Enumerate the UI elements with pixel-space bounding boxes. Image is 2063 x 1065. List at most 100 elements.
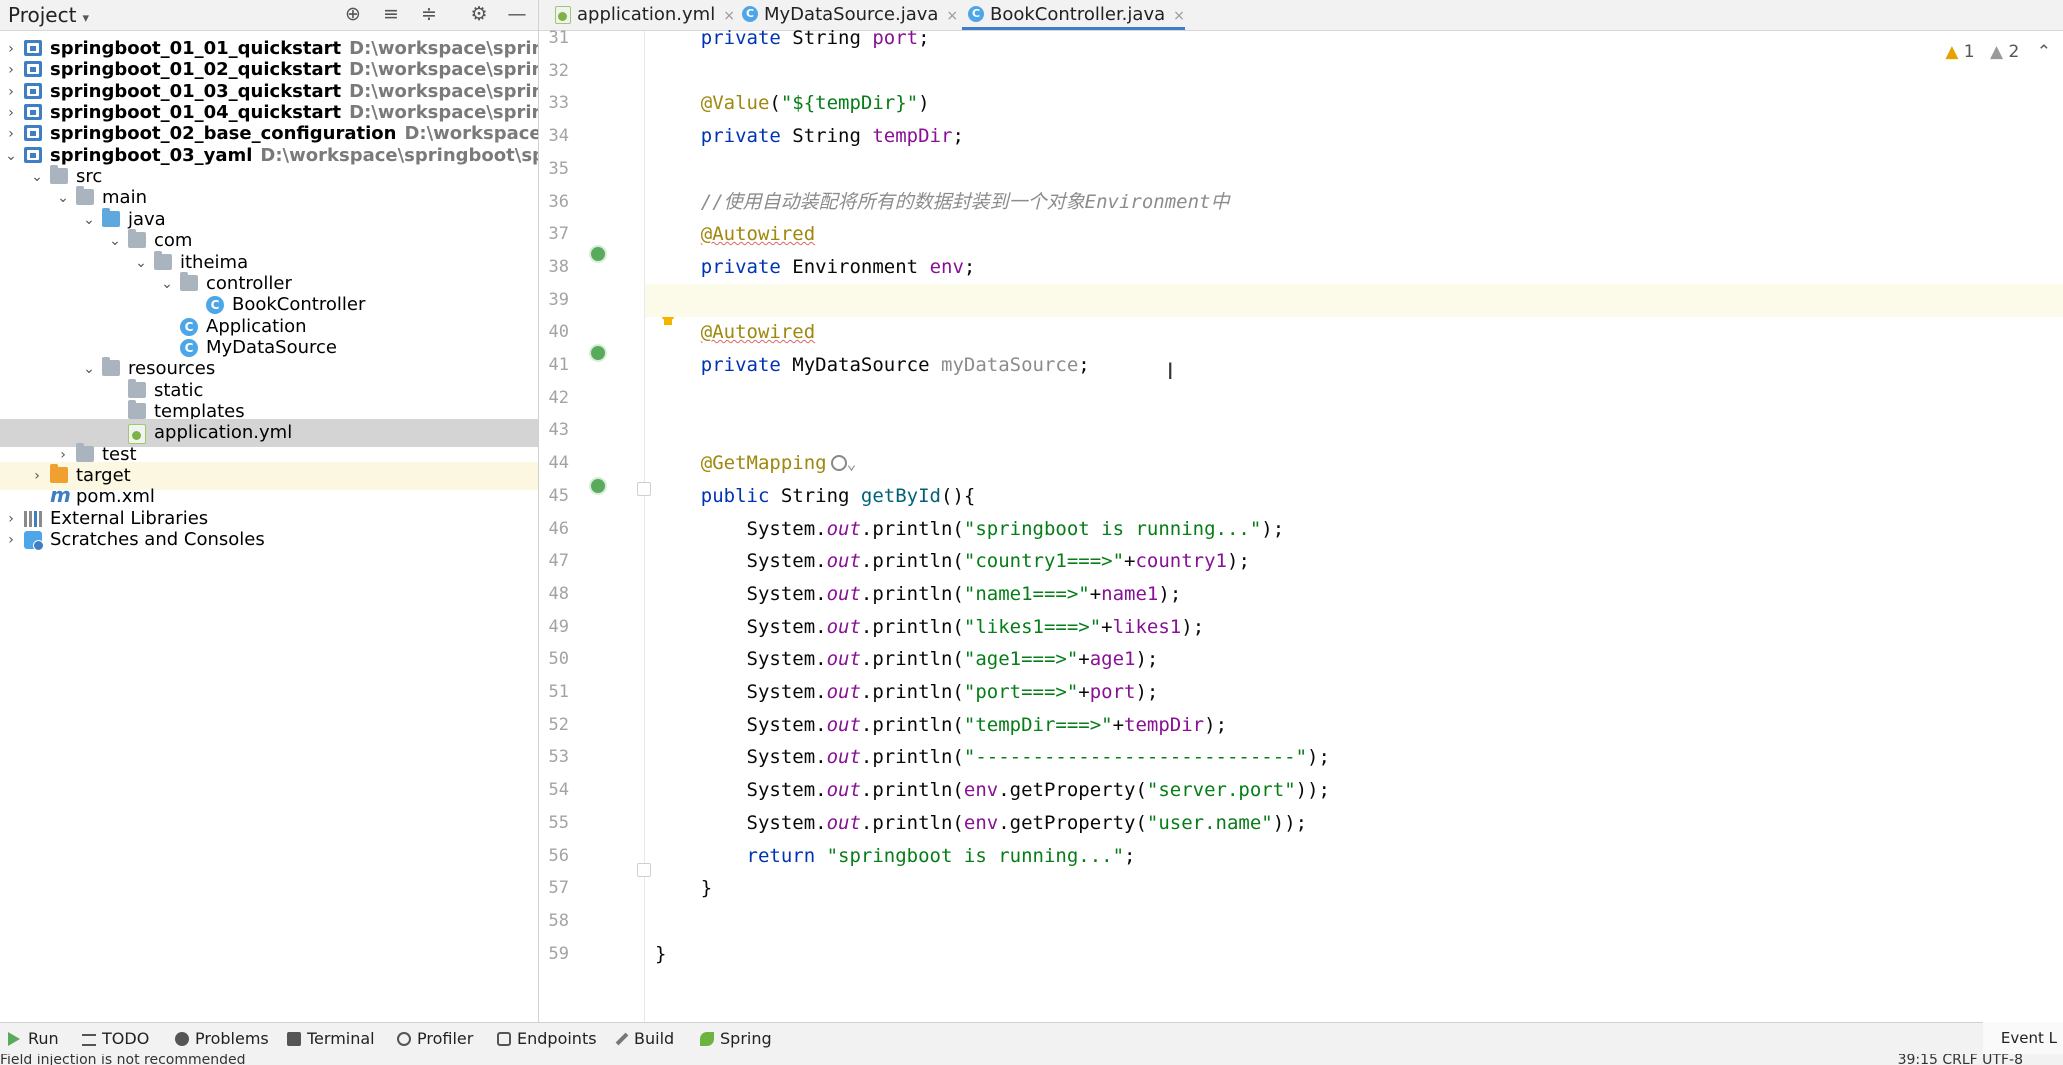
source-folder-icon: [102, 208, 120, 227]
warning-count: 1: [1963, 42, 1975, 62]
code-token: MyDataSource: [780, 354, 941, 376]
code-token: out: [826, 550, 861, 572]
line-number: 40: [548, 322, 569, 342]
code-token: "port===>": [963, 681, 1079, 703]
code-line: System.out.println("tempDir===>"+tempDir…: [645, 709, 2063, 742]
code-token: country1: [1135, 550, 1227, 572]
tree-item-name: main: [102, 187, 147, 208]
code-token: }: [655, 877, 713, 899]
code-token: String: [780, 27, 873, 49]
tool-window-label: Build: [634, 1029, 675, 1048]
code-editor[interactable]: private String port; @Value("${tempDir}"…: [645, 27, 2063, 1022]
line-number: 41: [548, 355, 569, 375]
tree-item-path: D:\workspace\springboo: [349, 59, 538, 80]
code-token: .println(: [860, 616, 964, 638]
tool-window-button[interactable]: Spring: [698, 1023, 772, 1055]
chevron-down-icon[interactable]: ⌄: [847, 454, 857, 473]
line-number: 37: [548, 224, 569, 244]
line-number: 44: [548, 453, 569, 473]
code-token: Environment: [780, 256, 930, 278]
maven-file-icon: m: [50, 483, 71, 507]
code-token: +: [1101, 616, 1113, 638]
spring-endpoint-gutter-icon[interactable]: [589, 477, 607, 495]
folder-icon: [50, 165, 68, 184]
folder-icon: [76, 186, 94, 205]
editor-gutter: 31 32 33 34 35 36 37 38 39 40 41 42 43 44 45 46 47 48 49 50…: [539, 28, 675, 1022]
inspection-widget[interactable]: ▲ 1 ▲ 2 ⌃: [1945, 42, 2051, 62]
tree-item-name: BookController: [232, 294, 366, 315]
code-line: }: [645, 872, 2063, 905]
folder-icon: [76, 443, 94, 462]
globe-icon[interactable]: [830, 455, 847, 471]
package-icon: [180, 272, 198, 291]
line-number: 58: [548, 911, 569, 931]
tree-item-name: resources: [128, 358, 216, 379]
code-token: out: [826, 812, 861, 834]
code-token: @Autowired: [700, 321, 816, 343]
tool-window-button[interactable]: TODO: [80, 1023, 149, 1055]
code-token: env: [963, 812, 999, 834]
hide-panel-icon[interactable]: —: [506, 3, 528, 25]
collapse-all-icon[interactable]: ≑: [418, 3, 440, 25]
line-number: 45: [548, 486, 569, 506]
spring-bean-gutter-icon[interactable]: [589, 245, 607, 263]
tool-window-button[interactable]: Endpoints: [495, 1023, 597, 1055]
code-token: String: [780, 125, 873, 147]
code-token: //使用自动装配将所有的数据封装到一个对象Environment中: [700, 191, 1230, 213]
code-token: System.: [655, 518, 827, 540]
tool-window-button[interactable]: Problems: [173, 1023, 269, 1055]
module-icon: [24, 104, 42, 120]
tool-window-button[interactable]: Run: [6, 1023, 59, 1055]
line-number: 56: [548, 846, 569, 866]
code-token: env: [963, 779, 999, 801]
code-token: .println(: [860, 812, 964, 834]
chevron-up-icon[interactable]: ⌃: [2037, 42, 2051, 62]
code-token: "country1===>": [963, 550, 1125, 572]
code-token: System.: [655, 616, 827, 638]
code-token: (: [769, 92, 781, 114]
tree-item[interactable]: › Scratches and Consoles: [0, 526, 538, 554]
line-number: 46: [548, 519, 569, 539]
libraries-icon: [24, 511, 42, 527]
code-token: System.: [655, 648, 827, 670]
code-token: .println(: [860, 779, 964, 801]
gear-icon[interactable]: ⚙: [468, 3, 490, 25]
resources-folder-icon: [102, 357, 120, 376]
code-token: "user.name": [1146, 812, 1273, 834]
code-token: private: [700, 354, 781, 376]
locate-file-icon[interactable]: ⊕: [342, 3, 364, 25]
code-line: @Value("${tempDir}"): [645, 87, 2063, 120]
spring-bean-gutter-icon[interactable]: [589, 344, 607, 362]
code-token: }: [655, 943, 667, 965]
tool-window-button[interactable]: Build: [612, 1023, 674, 1055]
project-view-selector[interactable]: Project ▾: [8, 3, 89, 27]
chevron-right-icon[interactable]: ›: [4, 526, 18, 554]
code-line: private MyDataSource myDataSource;: [645, 349, 2063, 382]
code-token: System.: [655, 681, 827, 703]
tool-window-button[interactable]: Profiler: [395, 1023, 473, 1055]
caret-position[interactable]: 39:15 CRLF UTF-8: [1898, 1054, 2023, 1065]
expand-all-icon[interactable]: ≡: [380, 3, 402, 25]
code-line: System.out.println("--------------------…: [645, 741, 2063, 774]
code-token: out: [826, 583, 861, 605]
code-token: private: [700, 27, 781, 49]
line-number: 39: [548, 290, 569, 310]
tool-window-label: Problems: [195, 1029, 269, 1048]
code-token: "name1===>": [963, 583, 1090, 605]
code-token: System.: [655, 746, 827, 768]
text-cursor-icon: I: [1167, 360, 1174, 385]
line-number: 47: [548, 551, 569, 571]
code-token: out: [826, 648, 861, 670]
code-line: private String tempDir;: [645, 120, 2063, 153]
tool-window-button[interactable]: Terminal: [285, 1023, 375, 1055]
code-token: +: [1089, 583, 1102, 605]
code-token: name1: [1101, 583, 1159, 605]
